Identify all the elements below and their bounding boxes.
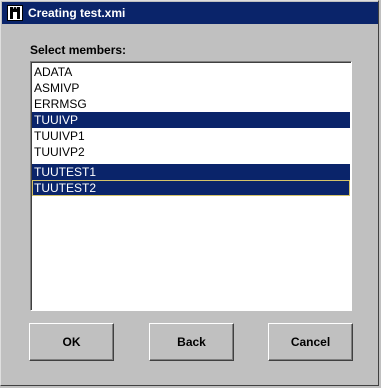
- list-item[interactable]: ERRMSG: [32, 96, 350, 112]
- app-figure-icon: [7, 5, 23, 21]
- list-item[interactable]: TUUTEST2: [32, 180, 350, 196]
- ok-button[interactable]: OK: [29, 323, 114, 361]
- list-item[interactable]: ADATA: [32, 64, 350, 80]
- window-title: Creating test.xmi: [28, 6, 126, 20]
- list-item[interactable]: ASMIVP: [32, 80, 350, 96]
- cancel-button[interactable]: Cancel: [268, 323, 353, 361]
- title-bar[interactable]: Creating test.xmi: [2, 2, 378, 24]
- list-item[interactable]: TUUTEST1: [32, 164, 350, 180]
- list-item[interactable]: TUUIVP2: [32, 144, 350, 160]
- list-item[interactable]: TUUIVP: [32, 112, 350, 128]
- dialog-window: Creating test.xmi Select members: ADATA …: [0, 0, 379, 386]
- select-members-label: Select members:: [30, 43, 127, 57]
- list-item[interactable]: TUUIVP1: [32, 128, 350, 144]
- back-button[interactable]: Back: [149, 323, 234, 361]
- members-listbox[interactable]: ADATA ASMIVP ERRMSG TUUIVP TUUIVP1 TUUIV…: [30, 61, 352, 311]
